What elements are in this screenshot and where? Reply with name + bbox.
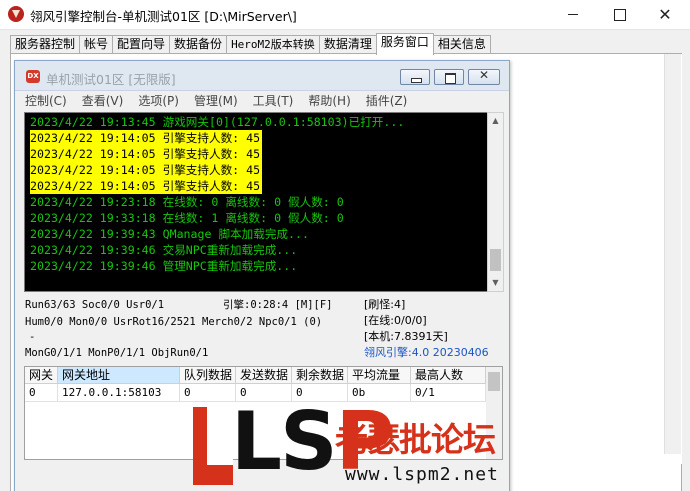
- status-run: Run63/63 Soc0/0 Usr0/1: [25, 299, 165, 311]
- log-line: 2023/4/22 19:14:05 引擎支持人数: 45: [30, 130, 263, 146]
- log-console[interactable]: 2023/4/22 19:13:45 游戏网关[0](127.0.0.1:581…: [24, 112, 497, 292]
- menu-tools[interactable]: 工具(T): [253, 92, 294, 111]
- log-line: 2023/4/22 19:39:46 管理NPC重新加载完成...: [30, 259, 298, 273]
- status-local-uptime: [本机:7.8391天]: [364, 330, 448, 343]
- maximize-button[interactable]: [596, 0, 642, 29]
- menu-options[interactable]: 选项(P): [138, 92, 179, 111]
- log-line: 2023/4/22 19:14:05 引擎支持人数: 45: [30, 178, 263, 194]
- scroll-up-icon[interactable]: ▲: [488, 113, 503, 129]
- side-scrollbar[interactable]: [664, 54, 681, 454]
- log-line: 2023/4/22 19:14:05 引擎支持人数: 45: [30, 162, 263, 178]
- engine-version: 翎风引擎:4.0 20230406: [364, 346, 489, 359]
- console-scrollbar[interactable]: ▲ ▼: [487, 112, 504, 292]
- close-icon: ✕: [478, 68, 490, 82]
- log-line: 2023/4/22 19:14:05 引擎支持人数: 45: [30, 146, 263, 162]
- log-line: 2023/4/22 19:23:18 在线数: 0 离线数: 0 假人数: 0: [30, 195, 344, 209]
- status-refresh: [刷怪:4]: [364, 298, 406, 311]
- tab-account[interactable]: 帐号: [79, 35, 114, 54]
- gateway-col-header[interactable]: 发送数据: [236, 367, 292, 384]
- table-cell[interactable]: 0: [25, 384, 58, 402]
- tab-data-backup[interactable]: 数据备份: [169, 35, 228, 54]
- forum-watermark: LSP 老瑟批论坛 www.lspm2.net: [193, 397, 499, 491]
- status-human: Hum0/0 Mon0/0 UsrRot16/2521 Merch0/2 Npc…: [25, 316, 323, 328]
- child-window-title: 单机测试01区 [无限版]: [46, 72, 176, 87]
- dx-app-icon: DX: [26, 70, 40, 83]
- log-line: 2023/4/22 19:39:46 交易NPC重新加载完成...: [30, 243, 298, 257]
- gateway-col-header[interactable]: 网关: [25, 367, 58, 384]
- gateway-col-header[interactable]: 平均流量: [348, 367, 411, 384]
- window-title: 翎风引擎控制台-单机测试01区 [D:\MirServer\]: [30, 9, 297, 24]
- watermark-l-mark: [193, 407, 233, 485]
- child-maximize-button[interactable]: [434, 69, 464, 85]
- child-close-button[interactable]: ✕: [468, 68, 500, 85]
- status-online: [在线:0/0/0]: [364, 314, 427, 327]
- scroll-down-icon[interactable]: ▼: [488, 275, 503, 291]
- status-monster: MonG0/1/1 MonP0/1/1 ObjRun0/1: [25, 347, 209, 359]
- gateway-col-header[interactable]: 队列数据: [180, 367, 236, 384]
- log-line: 2023/4/22 19:33:18 在线数: 1 离线数: 0 假人数: 0: [30, 211, 344, 225]
- app-logo-icon: [8, 6, 24, 22]
- watermark-brand-dark: LS: [231, 395, 338, 488]
- tab-related-info[interactable]: 相关信息: [432, 35, 491, 54]
- menu-view[interactable]: 查看(V): [82, 92, 124, 111]
- gateway-col-header[interactable]: 网关地址: [58, 367, 180, 384]
- title-bar: 翎风引擎控制台-单机测试01区 [D:\MirServer\] ✕: [0, 0, 690, 30]
- child-minimize-button[interactable]: [400, 69, 430, 85]
- menu-help[interactable]: 帮助(H): [308, 92, 350, 111]
- tab-server-control[interactable]: 服务器控制: [10, 35, 81, 54]
- minimize-button[interactable]: [550, 0, 596, 29]
- tab-herom2-convert[interactable]: HeroM2版本转换: [226, 35, 320, 54]
- menu-control[interactable]: 控制(C): [25, 92, 67, 111]
- watermark-url: www.lspm2.net: [345, 464, 499, 485]
- gateway-col-header[interactable]: 最高人数: [411, 367, 486, 384]
- child-menu-bar: 控制(C) 查看(V) 选项(P) 管理(M) 工具(T) 帮助(H) 插件(Z…: [15, 92, 509, 111]
- table-cell[interactable]: 127.0.0.1:58103: [58, 384, 180, 402]
- gateway-col-header[interactable]: 剩余数据: [292, 367, 348, 384]
- tab-config-wizard[interactable]: 配置向导: [112, 35, 171, 54]
- scroll-thumb[interactable]: [488, 372, 500, 391]
- tab-service-window[interactable]: 服务窗口: [375, 33, 434, 55]
- scroll-thumb[interactable]: [490, 249, 501, 271]
- child-title-bar[interactable]: DX 单机测试01区 [无限版] ✕: [15, 61, 509, 91]
- watermark-chinese-text: 老瑟批论坛: [335, 420, 496, 459]
- log-line: 2023/4/22 19:39:43 QManage 脚本加载完成...: [30, 227, 309, 241]
- main-tabs: 服务器控制 帐号 配置向导 数据备份 HeroM2版本转换 数据清理 服务窗口 …: [10, 33, 491, 55]
- menu-manage[interactable]: 管理(M): [194, 92, 238, 111]
- close-button[interactable]: ✕: [642, 0, 688, 29]
- status-engine-uptime: 引擎:0:28:4 [M][F]: [223, 299, 333, 311]
- tab-data-cleanup[interactable]: 数据清理: [318, 35, 377, 54]
- side-panel: [510, 54, 682, 464]
- log-line: 2023/4/22 19:13:45 游戏网关[0](127.0.0.1:581…: [30, 115, 405, 129]
- menu-plugins[interactable]: 插件(Z): [366, 92, 408, 111]
- status-dash: -: [29, 331, 36, 343]
- table-cell[interactable]: 0/1: [411, 384, 486, 402]
- table-cell[interactable]: 0: [180, 384, 236, 402]
